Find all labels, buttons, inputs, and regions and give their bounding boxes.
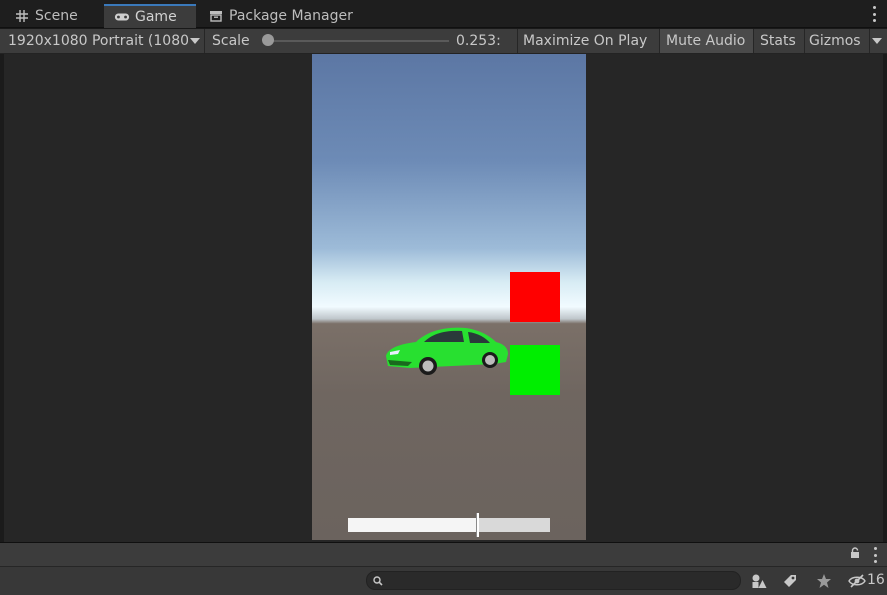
scale-value: 0.253: — [456, 33, 501, 49]
shapes-filter-icon[interactable] — [750, 572, 768, 590]
game-view-toolbar: 1920x1080 Portrait (1080 Scale 0.253: Ma… — [0, 29, 887, 54]
ui-slider-fill — [348, 518, 477, 532]
tab-scene[interactable]: Scene — [4, 4, 102, 28]
maximize-on-play-button[interactable]: Maximize On Play — [518, 29, 659, 53]
console-header — [0, 542, 887, 566]
resolution-dropdown[interactable]: 1920x1080 Portrait (1080 — [0, 29, 204, 53]
lock-icon[interactable] — [850, 547, 860, 563]
gizmos-button[interactable]: Gizmos — [805, 29, 869, 53]
gamepad-icon — [114, 9, 130, 25]
scale-label: Scale — [212, 33, 250, 49]
stats-button[interactable]: Stats — [754, 29, 804, 53]
tab-menu-icon[interactable] — [873, 6, 877, 22]
mute-audio-button[interactable]: Mute Audio — [660, 29, 753, 53]
console-toolbar: 16 — [0, 566, 887, 595]
chevron-down-icon — [190, 38, 200, 44]
green-car — [386, 327, 508, 375]
resolution-label: 1920x1080 Portrait (1080 — [8, 33, 188, 49]
console-search-input[interactable] — [366, 571, 741, 590]
game-render[interactable] — [312, 54, 586, 540]
console-menu-icon[interactable] — [874, 547, 878, 563]
tab-game-label: Game — [135, 9, 177, 25]
search-icon — [373, 574, 383, 590]
tab-package-manager[interactable]: Package Manager — [198, 4, 368, 28]
tag-icon[interactable] — [781, 572, 799, 590]
tab-package-manager-label: Package Manager — [229, 8, 353, 24]
gizmos-dropdown[interactable] — [872, 29, 887, 53]
hidden-eye-icon[interactable] — [848, 572, 866, 590]
green-box — [510, 345, 560, 395]
ui-slider[interactable] — [348, 513, 550, 537]
grid-icon — [14, 8, 30, 24]
tab-scene-label: Scene — [35, 8, 78, 24]
red-box — [510, 272, 560, 322]
star-icon[interactable] — [815, 572, 833, 590]
scale-slider-track[interactable] — [268, 40, 449, 42]
ui-slider-handle[interactable] — [476, 513, 479, 537]
tab-game[interactable]: Game — [104, 4, 196, 28]
package-icon — [208, 8, 224, 24]
editor-tab-bar: Scene Game Package Manager — [0, 0, 887, 28]
hidden-count: 16 — [867, 572, 885, 588]
scale-slider-thumb[interactable] — [262, 34, 274, 46]
chevron-down-icon — [872, 38, 882, 44]
